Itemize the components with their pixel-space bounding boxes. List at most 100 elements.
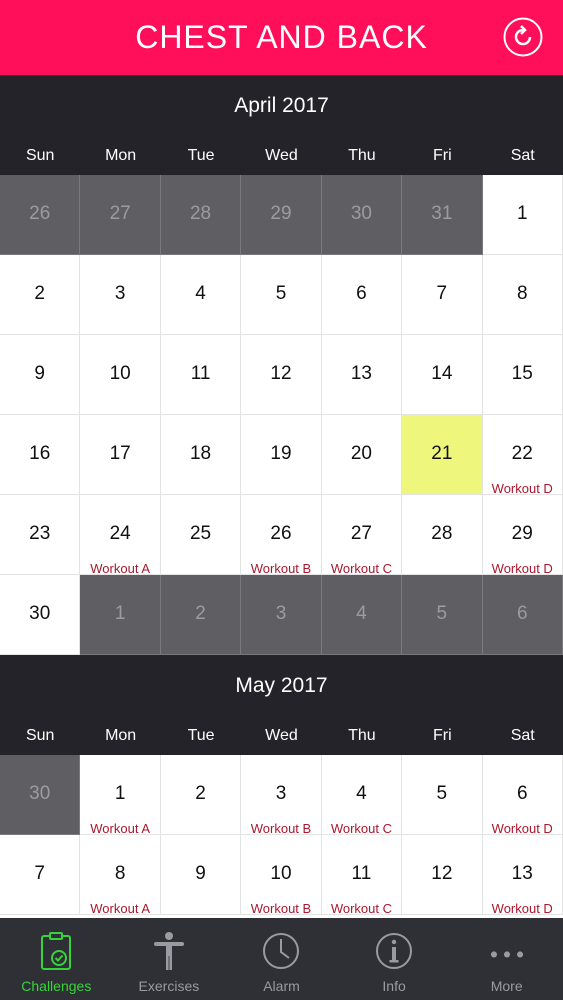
day-cell[interactable]: 23 bbox=[0, 495, 81, 575]
day-cell[interactable]: 2 bbox=[160, 575, 242, 655]
tab-challenges[interactable]: Challenges bbox=[0, 918, 113, 1000]
day-cell[interactable]: 11 bbox=[160, 335, 242, 415]
day-cell-today[interactable]: 21 bbox=[402, 415, 483, 495]
workout-label: Workout A bbox=[90, 561, 150, 576]
day-number: 1 bbox=[114, 603, 126, 624]
day-number: 26 bbox=[29, 203, 51, 224]
day-cell[interactable]: 30 bbox=[0, 755, 81, 835]
day-cell[interactable]: 25 bbox=[160, 495, 242, 575]
day-cell[interactable]: 28 bbox=[402, 495, 483, 575]
day-cell[interactable]: 13 bbox=[321, 335, 403, 415]
day-cell[interactable]: 5 bbox=[241, 255, 322, 335]
day-number: 10 bbox=[109, 363, 131, 384]
day-cell[interactable]: 20 bbox=[321, 415, 403, 495]
day-cell[interactable]: 27 Workout C bbox=[321, 495, 403, 576]
day-cell[interactable]: 3 bbox=[80, 255, 161, 335]
day-cell[interactable]: 26 Workout B bbox=[241, 495, 322, 576]
month-title: April 2017 bbox=[0, 75, 563, 137]
day-cell[interactable]: 29 Workout D bbox=[482, 495, 563, 576]
day-number: 10 bbox=[270, 863, 292, 884]
day-cell[interactable]: 5 bbox=[402, 575, 483, 655]
day-number: 22 bbox=[511, 443, 533, 464]
day-cell[interactable]: 3 Workout B bbox=[241, 755, 322, 836]
day-number: 6 bbox=[516, 783, 528, 804]
day-cell[interactable]: 28 bbox=[160, 175, 242, 255]
calendar-scroll[interactable]: April 2017 Sun Mon Tue Wed Thu Fri Sat 26 27 28 29 3… bbox=[0, 75, 563, 918]
day-cell[interactable]: 8 Workout A bbox=[80, 835, 161, 916]
day-cell[interactable]: 4 bbox=[160, 255, 242, 335]
day-cell[interactable]: 15 bbox=[482, 335, 563, 415]
day-number: 13 bbox=[350, 363, 372, 384]
clock-icon bbox=[261, 930, 301, 972]
day-cell[interactable]: 13 Workout D bbox=[482, 835, 563, 916]
workout-label: Workout D bbox=[491, 821, 553, 836]
day-number: 6 bbox=[516, 603, 528, 624]
day-number: 27 bbox=[350, 523, 372, 544]
day-cell[interactable]: 29 bbox=[241, 175, 322, 255]
tab-info[interactable]: Info bbox=[338, 918, 451, 1000]
day-cell[interactable]: 17 bbox=[80, 415, 161, 495]
day-number: 12 bbox=[431, 863, 453, 884]
day-cell[interactable]: 27 bbox=[80, 175, 161, 255]
day-cell[interactable]: 1 bbox=[482, 175, 563, 255]
day-cell[interactable]: 22 Workout D bbox=[482, 415, 563, 496]
day-cell[interactable]: 9 bbox=[0, 335, 81, 415]
day-cell[interactable]: 3 bbox=[241, 575, 322, 655]
day-cell[interactable]: 12 bbox=[402, 835, 483, 915]
day-number: 3 bbox=[114, 283, 126, 304]
day-cell[interactable]: 10 bbox=[80, 335, 161, 415]
day-cell[interactable]: 4 Workout C bbox=[321, 755, 403, 836]
day-cell[interactable]: 6 Workout D bbox=[482, 755, 563, 836]
more-dots-icon bbox=[487, 930, 527, 972]
day-cell[interactable]: 9 bbox=[160, 835, 242, 915]
workout-label: Workout B bbox=[250, 821, 312, 836]
weekday-label: Fri bbox=[432, 727, 452, 744]
day-cell[interactable]: 7 bbox=[0, 835, 81, 915]
day-cell[interactable]: 6 bbox=[482, 575, 563, 655]
day-number: 24 bbox=[109, 523, 131, 544]
day-cell[interactable]: 1 Workout A bbox=[80, 755, 161, 836]
weekday-label: Thu bbox=[348, 147, 376, 164]
workout-label: Workout D bbox=[491, 901, 553, 916]
weekday-label: Mon bbox=[105, 147, 137, 164]
day-cell[interactable]: 19 bbox=[241, 415, 322, 495]
day-cell[interactable]: 6 bbox=[321, 255, 403, 335]
day-number: 19 bbox=[270, 443, 292, 464]
day-cell[interactable]: 1 bbox=[80, 575, 161, 655]
tab-alarm[interactable]: Alarm bbox=[225, 918, 338, 1000]
day-cell[interactable]: 10 Workout B bbox=[241, 835, 322, 916]
day-cell[interactable]: 26 bbox=[0, 175, 81, 255]
day-cell[interactable]: 2 bbox=[0, 255, 81, 335]
refresh-button[interactable] bbox=[503, 17, 543, 57]
day-cell[interactable]: 11 Workout C bbox=[321, 835, 403, 916]
day-cell[interactable]: 14 bbox=[402, 335, 483, 415]
day-cell[interactable]: 7 bbox=[402, 255, 483, 335]
day-cell[interactable]: 24 Workout A bbox=[80, 495, 161, 576]
day-number: 3 bbox=[275, 603, 287, 624]
day-cell[interactable]: 12 bbox=[241, 335, 322, 415]
day-number: 29 bbox=[270, 203, 292, 224]
weekday-label: Sun bbox=[25, 727, 55, 744]
day-cell[interactable]: 30 bbox=[0, 575, 81, 655]
day-number: 17 bbox=[109, 443, 131, 464]
day-cell[interactable]: 2 bbox=[160, 755, 242, 835]
weekday-header-row: Sun Mon Tue Wed Thu Fri Sat bbox=[0, 137, 563, 175]
week-row: 16 17 18 19 20 21 22 Workout D bbox=[0, 415, 563, 496]
tab-more[interactable]: More bbox=[450, 918, 563, 1000]
workout-label: Workout A bbox=[90, 901, 150, 916]
day-number: 9 bbox=[34, 363, 45, 384]
day-number: 31 bbox=[431, 203, 453, 224]
day-number: 27 bbox=[109, 203, 131, 224]
tab-exercises[interactable]: Exercises bbox=[113, 918, 226, 1000]
day-cell[interactable]: 4 bbox=[321, 575, 403, 655]
day-cell[interactable]: 31 bbox=[402, 175, 483, 255]
day-cell[interactable]: 30 bbox=[321, 175, 403, 255]
workout-label: Workout C bbox=[330, 901, 392, 916]
day-cell[interactable]: 16 bbox=[0, 415, 81, 495]
day-number: 2 bbox=[195, 783, 206, 804]
day-cell[interactable]: 18 bbox=[160, 415, 242, 495]
day-cell[interactable]: 5 bbox=[402, 755, 483, 835]
day-cell[interactable]: 8 bbox=[482, 255, 563, 335]
day-number: 18 bbox=[189, 443, 212, 464]
day-number: 26 bbox=[270, 523, 292, 544]
